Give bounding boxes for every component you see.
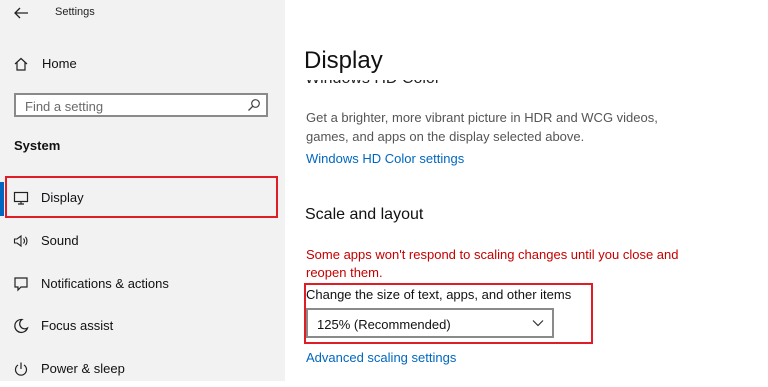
speaker-icon (13, 234, 28, 248)
page-title: Display (304, 47, 393, 75)
sidebar-item-notifications[interactable]: Notifications & actions (0, 266, 285, 302)
selection-indicator (0, 182, 4, 216)
search-icon[interactable] (247, 98, 261, 112)
home-label: Home (42, 56, 77, 71)
sidebar-item-power-sleep[interactable]: Power & sleep (0, 351, 285, 387)
moon-icon (14, 318, 29, 334)
advanced-scaling-link[interactable]: Advanced scaling settings (306, 350, 456, 365)
sidebar: Settings Home Find a setting System Disp… (0, 0, 285, 381)
power-icon (14, 362, 28, 376)
back-arrow-icon[interactable] (12, 5, 30, 21)
sidebar-item-label: Power & sleep (41, 361, 125, 376)
scale-value: 125% (Recommended) (317, 317, 451, 332)
sidebar-item-focus-assist[interactable]: Focus assist (0, 308, 285, 344)
section-title: System (14, 138, 61, 153)
sidebar-item-sound[interactable]: Sound (0, 223, 285, 259)
search-placeholder: Find a setting (25, 99, 104, 114)
app-title: Settings (55, 6, 95, 18)
sidebar-item-label: Focus assist (41, 318, 114, 333)
scale-layout-heading: Scale and layout (305, 206, 424, 223)
hd-color-settings-link[interactable]: Windows HD Color settings (306, 151, 464, 166)
sidebar-item-label: Notifications & actions (41, 276, 169, 291)
title-bar: Settings (0, 0, 285, 28)
search-input[interactable]: Find a setting (14, 93, 268, 117)
content-pane: Windows HD Color Display Get a brighter,… (285, 0, 768, 381)
change-size-label: Change the size of text, apps, and other… (306, 287, 572, 302)
chevron-down-icon (532, 320, 544, 327)
scaling-warning: Some apps won't respond to scaling chang… (306, 247, 679, 280)
notification-icon (14, 277, 28, 292)
hd-color-description: Get a brighter, more vibrant picture in … (306, 110, 658, 144)
sidebar-item-label: Sound (41, 233, 79, 248)
highlight-box (5, 176, 278, 218)
home-icon (14, 57, 28, 71)
sidebar-item-home[interactable]: Home (0, 50, 285, 78)
scale-dropdown[interactable]: 125% (Recommended) (306, 308, 554, 338)
